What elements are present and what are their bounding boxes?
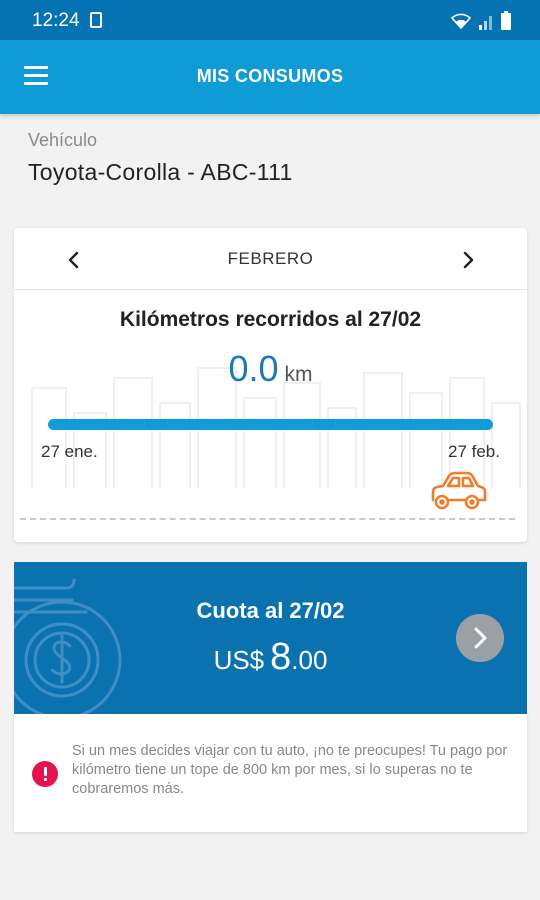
page-title: MIS CONSUMOS <box>196 66 344 86</box>
status-icons <box>450 10 512 30</box>
km-value: 0.0 <box>228 348 279 389</box>
chevron-right-icon[interactable] <box>454 246 482 274</box>
signal-icon <box>479 16 492 30</box>
car-icon <box>431 471 487 510</box>
vehicle-label: Vehículo <box>28 130 98 150</box>
quota-card[interactable]: Cuota al 27/02 US$ 8.00 <box>14 562 527 714</box>
month-navigator: FEBRERO <box>14 228 527 290</box>
sim-icon <box>90 12 102 28</box>
arrow-right-icon[interactable] <box>456 614 504 662</box>
status-bar: 12:24 <box>0 0 540 40</box>
battery-icon <box>501 11 511 30</box>
period-end-date: 27 feb. <box>448 442 500 461</box>
month-label: FEBRERO <box>227 249 314 268</box>
dashed-road-line <box>20 518 515 520</box>
km-progress-fill <box>48 419 493 430</box>
quota-title: Cuota al 27/02 <box>196 598 345 623</box>
info-icon <box>32 761 58 787</box>
km-title: Kilómetros recorridos al 27/02 <box>119 308 422 331</box>
quota-amount-integer: 8 <box>270 636 292 678</box>
status-time: 12:24 <box>32 10 80 31</box>
km-progress-bar <box>48 419 493 430</box>
info-card: Si un mes decides viajar con tu auto, ¡n… <box>14 714 527 832</box>
info-text: Si un mes decides viajar con tu auto, ¡n… <box>72 743 508 797</box>
vehicle-value: Toyota-Corolla - ABC-111 <box>28 159 293 185</box>
km-value-row: 0.0 km <box>14 348 527 390</box>
quota-currency: US$ <box>213 645 265 675</box>
wifi-icon <box>450 13 472 30</box>
quota-amount-decimal: .00 <box>291 645 328 675</box>
km-card: FEBRERO Kilómetros recorridos al 27/02 0… <box>14 228 527 542</box>
app-bar: MIS CONSUMOS <box>0 40 540 114</box>
km-unit: km <box>284 363 313 386</box>
period-start-date: 27 ene. <box>41 442 98 461</box>
quota-amount: US$ 8.00 <box>14 636 527 679</box>
